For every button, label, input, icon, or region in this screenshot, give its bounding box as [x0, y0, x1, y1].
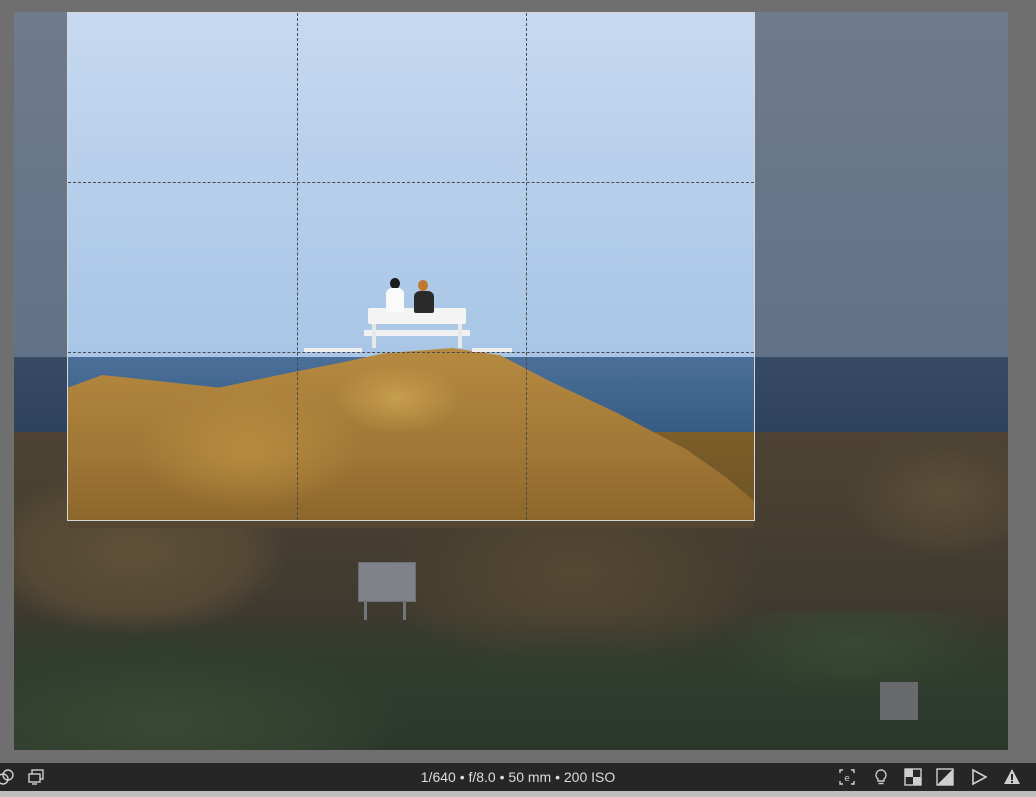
focus-detection-icon[interactable]: e: [838, 768, 856, 786]
lightbulb-icon[interactable]: [872, 768, 890, 786]
image-canvas[interactable]: [0, 0, 1036, 763]
thirds-line-vertical: [297, 13, 298, 520]
checkerboard-icon[interactable]: [904, 768, 922, 786]
clipping-indicator-icon[interactable]: [936, 768, 954, 786]
status-bar: 1/640 • f/8.0 • 50 mm • 200 ISO e: [0, 763, 1036, 791]
svg-text:e: e: [844, 774, 850, 784]
crop-frame[interactable]: [67, 12, 755, 521]
crop-shade-bottom: [67, 521, 755, 750]
photo: [14, 12, 1008, 750]
crop-shade-right: [755, 12, 1008, 750]
thirds-line-vertical: [526, 13, 527, 520]
thirds-line-horizontal: [68, 182, 754, 183]
crop-shade-left: [14, 12, 67, 750]
warning-icon[interactable]: [1003, 768, 1021, 786]
filmstrip-edge: [0, 791, 1036, 797]
soft-proof-icon[interactable]: [970, 768, 988, 786]
thirds-line-horizontal: [68, 352, 754, 353]
